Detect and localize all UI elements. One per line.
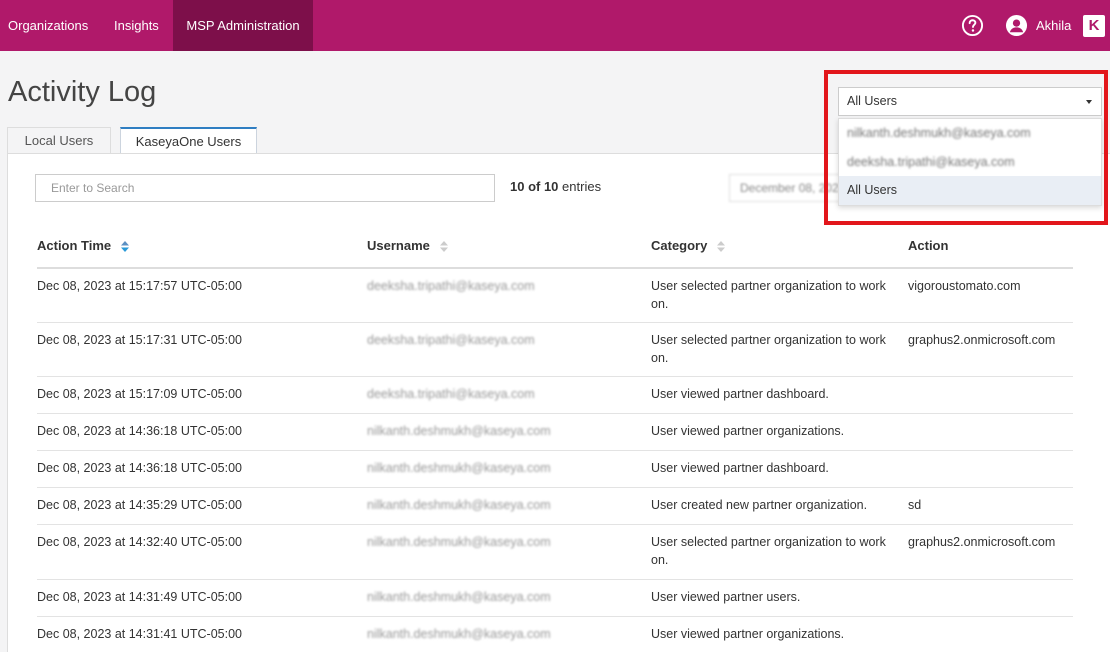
table-row: Dec 08, 2023 at 14:35:29 UTC-05:00 nilka… (37, 488, 1073, 525)
cell-username: deeksha.tripathi@kaseya.com (367, 333, 535, 347)
cell-category: User created new partner organization. (651, 498, 868, 512)
cell-username: deeksha.tripathi@kaseya.com (367, 387, 535, 401)
cell-action-time: Dec 08, 2023 at 14:32:40 UTC-05:00 (37, 535, 242, 549)
cell-category: User viewed partner dashboard. (651, 387, 829, 401)
sort-active-icon[interactable] (120, 241, 129, 253)
search-input[interactable] (35, 174, 495, 202)
header-action-time-label: Action Time (37, 238, 112, 253)
table-row: Dec 08, 2023 at 14:32:40 UTC-05:00 nilka… (37, 525, 1073, 580)
tab-kaseyaone-users[interactable]: KaseyaOne Users (120, 127, 257, 154)
sort-icon[interactable] (716, 241, 725, 253)
cell-username: nilkanth.deshmukh@kaseya.com (367, 424, 551, 438)
cell-action-time: Dec 08, 2023 at 15:17:57 UTC-05:00 (37, 279, 242, 293)
table-row: Dec 08, 2023 at 14:31:49 UTC-05:00 nilka… (37, 580, 1073, 617)
entries-count-value: 10 of 10 (510, 179, 559, 194)
cell-username: deeksha.tripathi@kaseya.com (367, 279, 535, 293)
header-action-time[interactable]: Action Time (37, 238, 129, 253)
nav-insights[interactable]: Insights (114, 0, 159, 51)
entries-label: entries (562, 179, 602, 194)
logo-letter: K (1088, 17, 1100, 34)
top-nav-bar: Organizations Insights MSP Administratio… (0, 0, 1110, 51)
cell-action: sd (908, 498, 922, 512)
page-title: Activity Log (8, 76, 157, 108)
tab-local-users[interactable]: Local Users (7, 127, 111, 153)
cell-action-time: Dec 08, 2023 at 15:17:31 UTC-05:00 (37, 333, 242, 347)
cell-username: nilkanth.deshmukh@kaseya.com (367, 498, 551, 512)
user-avatar-icon[interactable] (1005, 14, 1028, 37)
help-icon[interactable] (961, 14, 984, 37)
cell-category: User viewed partner organizations. (651, 424, 845, 438)
header-username[interactable]: Username (367, 238, 448, 253)
user-name[interactable]: Akhila (1036, 0, 1071, 51)
cell-action: graphus2.onmicrosoft.com (908, 535, 1056, 549)
kaseya-logo[interactable]: K (1083, 15, 1105, 37)
cell-category: User viewed partner users. (651, 590, 801, 604)
cell-category: User selected partner organization to wo… (651, 333, 886, 365)
table-row: Dec 08, 2023 at 15:17:09 UTC-05:00 deeks… (37, 377, 1073, 414)
cell-username: nilkanth.deshmukh@kaseya.com (367, 461, 551, 475)
nav-msp-administration[interactable]: MSP Administration (173, 0, 313, 51)
header-action: Action (908, 238, 948, 253)
header-username-label: Username (367, 238, 430, 253)
nav-organizations[interactable]: Organizations (8, 0, 88, 51)
cell-category: User viewed partner organizations. (651, 627, 845, 641)
table-row: Dec 08, 2023 at 15:17:57 UTC-05:00 deeks… (37, 269, 1073, 323)
cell-action-time: Dec 08, 2023 at 14:36:18 UTC-05:00 (37, 461, 242, 475)
table-row: Dec 08, 2023 at 14:31:41 UTC-05:00 nilka… (37, 617, 1073, 652)
cell-action-time: Dec 08, 2023 at 14:31:49 UTC-05:00 (37, 590, 242, 604)
cell-username: nilkanth.deshmukh@kaseya.com (367, 627, 551, 641)
cell-category: User selected partner organization to wo… (651, 535, 886, 567)
header-category[interactable]: Category (651, 238, 725, 253)
cell-action-time: Dec 08, 2023 at 14:31:41 UTC-05:00 (37, 627, 242, 641)
cell-action: vigoroustomato.com (908, 279, 1021, 293)
cell-username: nilkanth.deshmukh@kaseya.com (367, 535, 551, 549)
cell-category: User selected partner organization to wo… (651, 279, 886, 311)
table-row: Dec 08, 2023 at 14:36:18 UTC-05:00 nilka… (37, 414, 1073, 451)
table-row: Dec 08, 2023 at 14:36:18 UTC-05:00 nilka… (37, 451, 1073, 488)
cell-username: nilkanth.deshmukh@kaseya.com (367, 590, 551, 604)
header-action-label: Action (908, 238, 949, 253)
cell-action: graphus2.onmicrosoft.com (908, 333, 1056, 347)
cell-action-time: Dec 08, 2023 at 14:36:18 UTC-05:00 (37, 424, 242, 438)
highlight-box (824, 70, 1108, 225)
sort-icon[interactable] (439, 241, 448, 253)
table-row: Dec 08, 2023 at 15:17:31 UTC-05:00 deeks… (37, 323, 1073, 377)
header-category-label: Category (651, 238, 708, 253)
cell-category: User viewed partner dashboard. (651, 461, 829, 475)
entries-count: 10 of 10 entries (510, 179, 601, 194)
cell-action-time: Dec 08, 2023 at 15:17:09 UTC-05:00 (37, 387, 242, 401)
cell-action-time: Dec 08, 2023 at 14:35:29 UTC-05:00 (37, 498, 242, 512)
